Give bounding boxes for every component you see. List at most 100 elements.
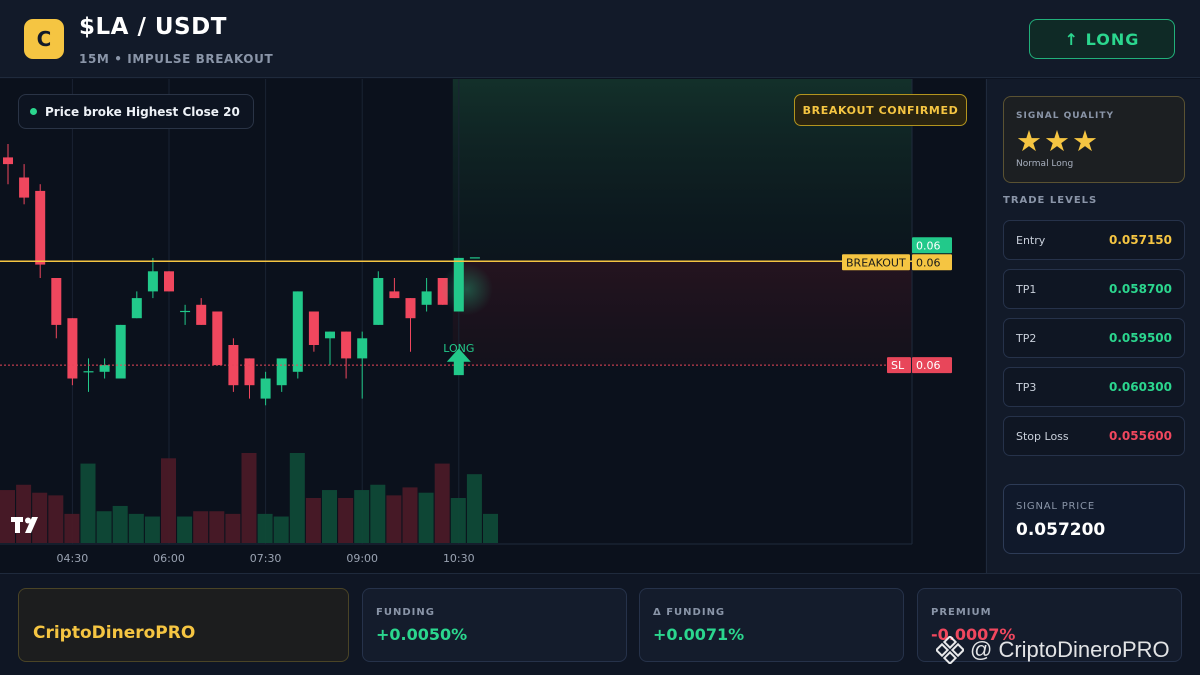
volume-bar	[48, 495, 64, 543]
time-axis-label: 04:30	[57, 552, 89, 565]
volume-bar	[128, 513, 144, 543]
candle-body	[147, 271, 158, 292]
volume-bar	[338, 498, 354, 543]
candle[interactable]	[147, 257, 158, 299]
candle[interactable]	[164, 271, 174, 292]
level-tp1: TP1 0.058700	[1003, 269, 1185, 309]
signal-price-card: SIGNAL PRICE 0.057200	[1003, 484, 1185, 554]
signal-quality-card: SIGNAL QUALITY ★★★ Normal Long	[1003, 96, 1185, 183]
breakout-glow	[440, 263, 493, 316]
long-button[interactable]: ↑ LONG	[1029, 19, 1175, 59]
binance-logo-icon	[936, 636, 964, 664]
volume-bar	[466, 474, 482, 543]
funding-card: FUNDING +0.0050%	[362, 588, 627, 662]
trade-levels-title: TRADE LEVELS	[1003, 195, 1098, 206]
candle[interactable]	[99, 358, 110, 379]
volume-bar	[370, 484, 386, 543]
candle-body	[196, 304, 207, 325]
premium-title: PREMIUM	[931, 607, 992, 618]
sl-label-tag: SL	[891, 359, 905, 372]
signal-price-value: 0.057200	[1016, 520, 1106, 540]
candle-body	[405, 298, 416, 319]
breakout-price-tag: 0.06	[916, 256, 941, 269]
candle-body	[389, 291, 400, 299]
candle[interactable]	[180, 304, 191, 325]
watermark-text: @ CriptoDineroPRO	[970, 637, 1170, 662]
tradingview-logo-icon[interactable]	[10, 516, 46, 534]
info-pill-text: Price broke Highest Close 20	[45, 104, 240, 119]
volume-bar	[402, 487, 418, 543]
candle-body	[3, 157, 13, 165]
volume-bar	[64, 513, 80, 543]
candle[interactable]	[276, 358, 287, 392]
level-tp3: TP3 0.060300	[1003, 367, 1185, 407]
volume-bar	[144, 516, 160, 543]
candle[interactable]	[421, 278, 432, 312]
candle-body	[421, 291, 432, 305]
candle[interactable]	[67, 318, 78, 386]
signal-price-title: SIGNAL PRICE	[1016, 501, 1095, 512]
candle-body	[325, 331, 335, 339]
volume-bar	[80, 463, 96, 543]
signal-quality-title: SIGNAL QUALITY	[1016, 111, 1114, 121]
candle-body	[244, 358, 255, 386]
volume-bar	[450, 498, 466, 543]
signal-sidebar: SIGNAL QUALITY ★★★ Normal Long TRADE LEV…	[986, 79, 1200, 573]
candle[interactable]	[260, 371, 271, 406]
level-value: 0.060300	[1108, 380, 1172, 394]
volume-bar	[322, 490, 337, 543]
candlestick-chart[interactable]: BREAKOUT 0.06 0.06 SL 0.06 LONG 04:30 06:00 07…	[0, 79, 985, 573]
candle[interactable]	[196, 298, 207, 325]
status-dot-icon	[30, 108, 37, 115]
level-value: 0.057150	[1108, 233, 1172, 247]
candle-body	[35, 190, 46, 265]
level-value: 0.059500	[1108, 331, 1172, 345]
candle-body	[357, 338, 368, 359]
long-marker-label: LONG	[443, 342, 474, 355]
candle-body	[276, 358, 287, 386]
header: C $LA / USDT 15M • IMPULSE BREAKOUT ↑ LO…	[0, 0, 1200, 78]
brand-card: CriptoDineroPRO	[18, 588, 349, 662]
candle[interactable]	[212, 311, 223, 366]
volume-bar	[161, 458, 176, 543]
candle[interactable]	[19, 164, 30, 205]
level-tp2: TP2 0.059500	[1003, 318, 1185, 358]
funding-title: FUNDING	[376, 607, 435, 618]
brand-name: CriptoDineroPRO	[33, 623, 196, 643]
watermark: @ CriptoDineroPRO	[936, 636, 1170, 664]
candle[interactable]	[341, 331, 352, 379]
candle[interactable]	[131, 291, 142, 319]
level-value: 0.055600	[1108, 429, 1172, 443]
volume-bar	[209, 511, 225, 543]
candle[interactable]	[405, 298, 416, 352]
candle[interactable]	[325, 331, 335, 366]
volume-bar	[483, 513, 498, 543]
volume-bar	[241, 453, 257, 543]
candle[interactable]	[115, 324, 126, 379]
candle[interactable]	[389, 278, 400, 299]
candle[interactable]	[35, 184, 46, 278]
candle-body	[373, 278, 384, 325]
candle[interactable]	[373, 271, 384, 325]
volume-bar	[289, 453, 305, 543]
candle[interactable]	[308, 311, 319, 352]
time-axis-label: 10:30	[443, 552, 475, 565]
star-rating-icon: ★★★	[1016, 124, 1100, 158]
candle[interactable]	[51, 278, 62, 339]
current-price-tag: 0.06	[916, 239, 941, 252]
time-axis-label: 07:30	[250, 552, 282, 565]
price-chart[interactable]: BREAKOUT 0.06 0.06 SL 0.06 LONG 04:30 06:00 07…	[0, 79, 985, 573]
candle[interactable]	[244, 358, 255, 399]
pair-title: $LA / USDT	[79, 14, 227, 40]
delta-funding-value: +0.0071%	[653, 625, 745, 644]
volume-bar	[434, 463, 450, 543]
candle-body	[212, 311, 223, 366]
candle-body	[51, 278, 62, 325]
time-axis-label: 06:00	[153, 552, 185, 565]
candle[interactable]	[3, 144, 13, 185]
volume-bar	[193, 511, 209, 543]
delta-funding-card: Δ FUNDING +0.0071%	[639, 588, 904, 662]
candle-body	[67, 318, 78, 379]
candle[interactable]	[83, 358, 94, 392]
coin-logo: C	[24, 19, 64, 59]
